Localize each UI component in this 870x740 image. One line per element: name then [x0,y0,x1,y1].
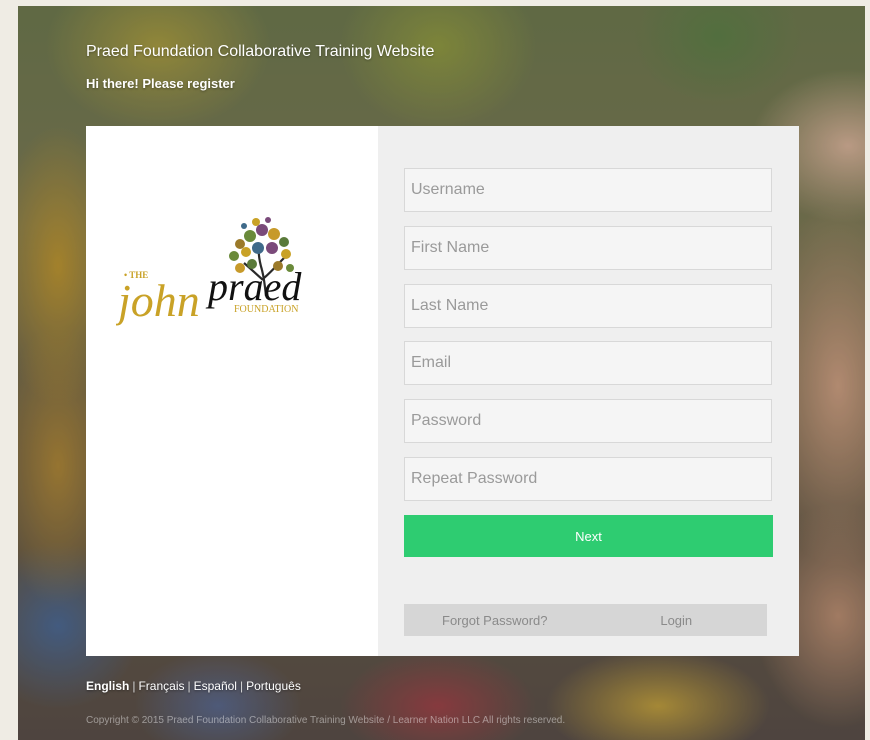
language-separator: | [239,679,244,693]
site-title: Praed Foundation Collaborative Training … [86,43,435,60]
logo-name-john: john [116,275,200,326]
registration-card: • THE john praed FOUNDATION Next Forgot … [86,126,799,656]
logo-panel: • THE john praed FOUNDATION [86,126,378,656]
next-button[interactable]: Next [404,515,773,557]
language-switcher: English | Français | Español | Português [86,679,301,693]
forgot-password-link[interactable]: Forgot Password? [404,604,586,636]
register-greeting: Hi there! Please register [86,76,235,91]
last-name-field[interactable] [404,284,772,328]
first-name-field[interactable] [404,226,772,270]
password-field[interactable] [404,399,772,443]
email-field[interactable] [404,341,772,385]
language-separator: | [132,679,136,693]
language-francais[interactable]: Français [138,679,184,693]
language-english[interactable]: English [86,679,129,693]
john-praed-foundation-logo: • THE john praed FOUNDATION [116,217,302,326]
logo-name-praed: praed [205,264,302,309]
copyright-notice: Copyright © 2015 Praed Foundation Collab… [86,715,566,726]
login-link[interactable]: Login [586,604,768,636]
form-panel: Next Forgot Password? Login [378,126,799,656]
username-field[interactable] [404,168,772,212]
logo-suffix: FOUNDATION [234,304,298,315]
repeat-password-field[interactable] [404,457,772,501]
language-separator: | [187,679,191,693]
account-links-bar: Forgot Password? Login [404,604,767,636]
language-portugues[interactable]: Português [246,679,301,693]
language-espanol[interactable]: Español [194,679,237,693]
